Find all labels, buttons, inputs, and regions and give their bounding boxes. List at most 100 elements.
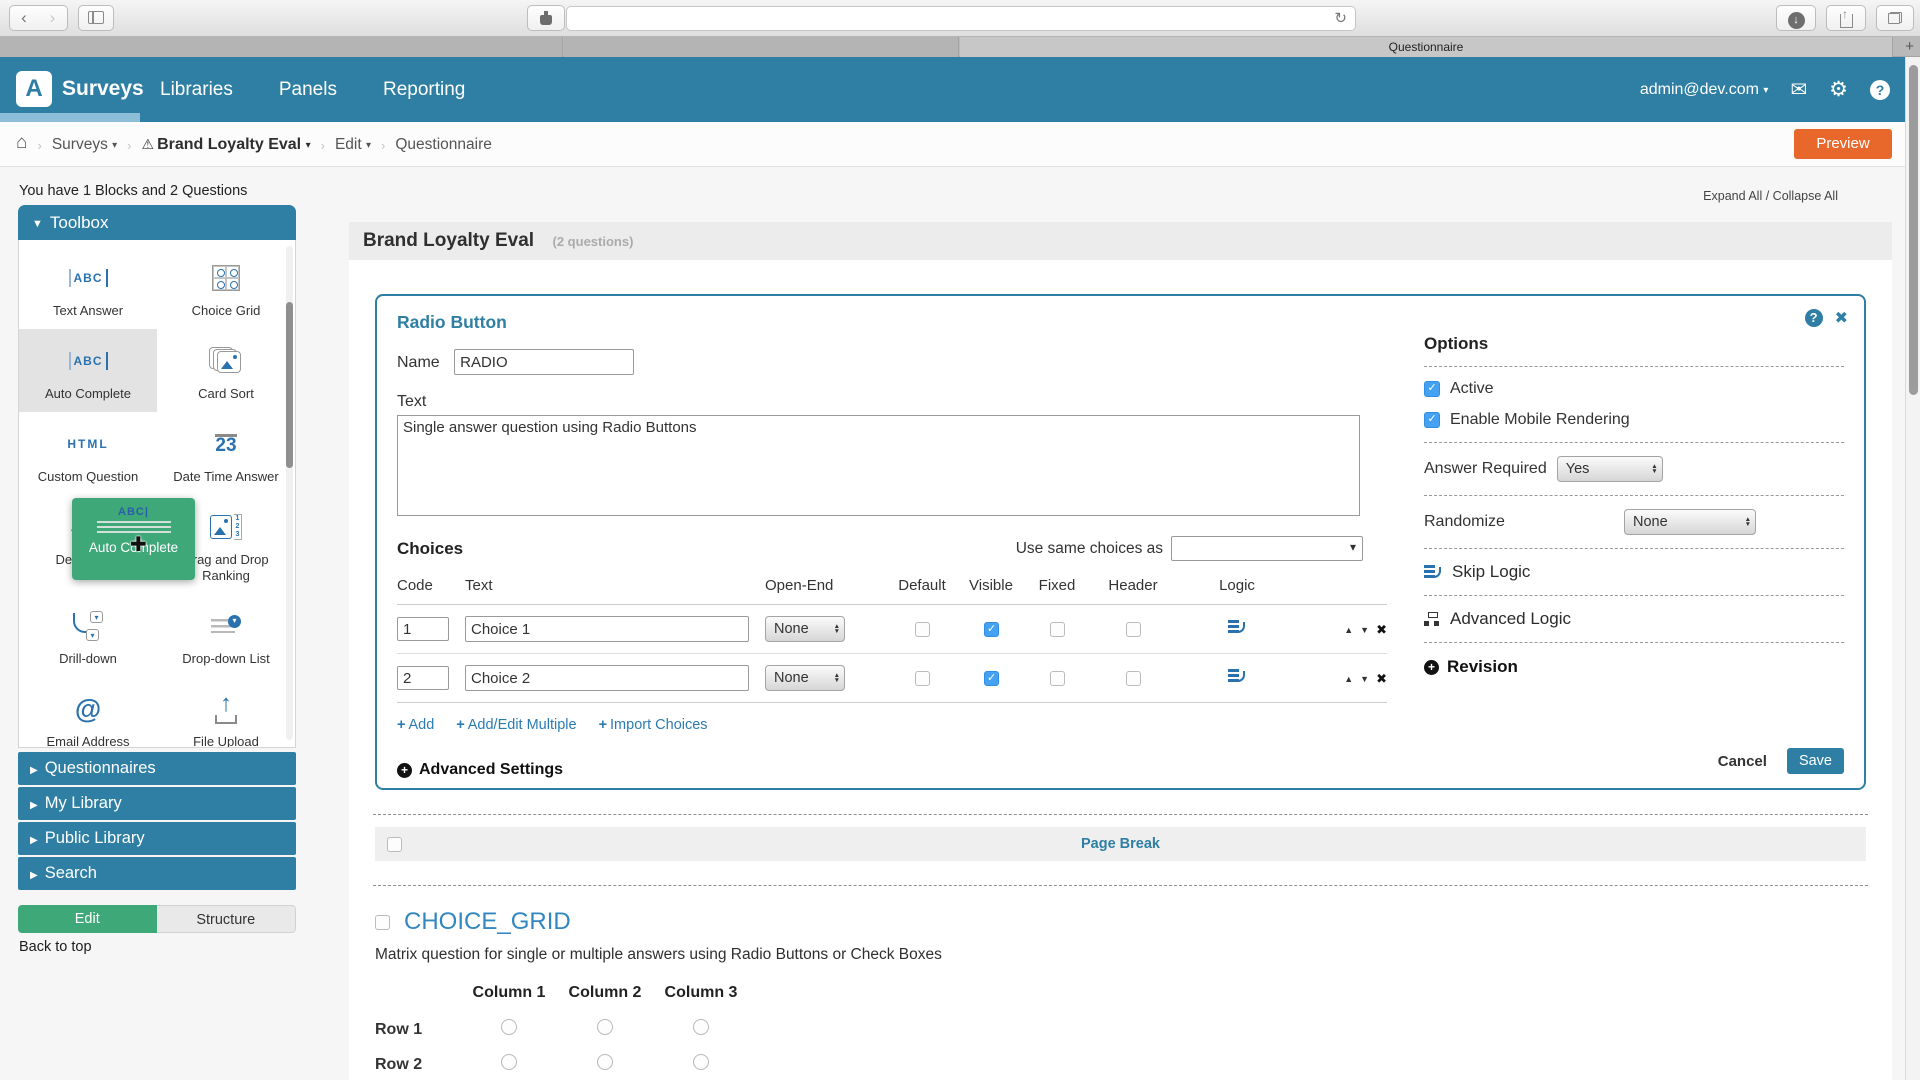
- gear-icon[interactable]: ⚙: [1829, 77, 1848, 102]
- skip-logic-link[interactable]: Skip Logic: [1424, 562, 1844, 582]
- tool-choice-grid[interactable]: Choice Grid: [157, 246, 295, 329]
- sidebar-item-search[interactable]: ▶ Search: [18, 857, 296, 890]
- breadcrumb-survey-name[interactable]: ⚠ Brand Loyalty Eval ▾: [142, 136, 311, 154]
- browser-extension-button[interactable]: [527, 5, 565, 31]
- browser-scrollbar[interactable]: [1905, 57, 1920, 1080]
- tool-email-answer[interactable]: @Email Address Answer: [19, 677, 157, 748]
- tool-auto-complete[interactable]: ABC Auto Complete: [19, 329, 157, 412]
- question-select-checkbox[interactable]: [375, 914, 390, 930]
- move-down-icon[interactable]: ▼: [1360, 625, 1369, 635]
- open-end-select[interactable]: None ▲ ▼: [765, 616, 845, 642]
- advanced-settings-toggle[interactable]: + Advanced Settings: [397, 761, 1844, 779]
- panel-close-icon[interactable]: ✖: [1835, 308, 1848, 328]
- choice-code-input[interactable]: [397, 617, 449, 641]
- sidebar-item-questionnaires[interactable]: ▶ Questionnaires: [18, 752, 296, 785]
- choice-code-input[interactable]: [397, 666, 449, 690]
- move-up-icon[interactable]: ▲: [1344, 674, 1353, 684]
- choice-logic-icon[interactable]: [1228, 669, 1246, 683]
- randomize-select[interactable]: None ▲ ▼: [1624, 509, 1756, 535]
- import-choices-link[interactable]: + Import Choices: [599, 717, 708, 733]
- nav-item-libraries[interactable]: Libraries: [160, 79, 233, 101]
- tool-file-upload[interactable]: ↑ File Upload: [157, 677, 295, 748]
- app-logo[interactable]: A: [16, 71, 52, 107]
- browser-tab-inactive[interactable]: [564, 37, 959, 57]
- delete-choice-icon[interactable]: ✖: [1376, 671, 1387, 687]
- tool-drop-down-list[interactable]: ▾ Drop-down List: [157, 594, 295, 677]
- choice-text-input[interactable]: [465, 665, 749, 691]
- cancel-button[interactable]: Cancel: [1718, 753, 1767, 770]
- visible-checkbox[interactable]: [983, 671, 999, 687]
- choice-text-input[interactable]: [465, 616, 749, 642]
- header-checkbox[interactable]: [1125, 671, 1141, 687]
- matrix-radio[interactable]: [597, 1019, 613, 1035]
- breadcrumb-surveys[interactable]: Surveys ▾: [52, 136, 117, 154]
- toolbox-scrollbar[interactable]: [286, 246, 293, 740]
- new-tab-button[interactable]: +: [1905, 37, 1914, 57]
- delete-choice-icon[interactable]: ✖: [1376, 622, 1387, 638]
- advanced-logic-link[interactable]: Advanced Logic: [1424, 609, 1844, 629]
- mobile-rendering-option[interactable]: Enable Mobile Rendering: [1424, 411, 1844, 429]
- save-button[interactable]: Save: [1786, 748, 1844, 774]
- matrix-radio[interactable]: [693, 1019, 709, 1035]
- move-up-icon[interactable]: ▲: [1344, 625, 1353, 635]
- revision-toggle[interactable]: + Revision: [1424, 657, 1844, 677]
- url-field[interactable]: ↻: [566, 6, 1356, 31]
- reload-icon[interactable]: ↻: [1334, 9, 1347, 27]
- back-to-top-link[interactable]: Back to top: [19, 939, 92, 955]
- envelope-icon[interactable]: ✉: [1790, 77, 1807, 102]
- matrix-radio[interactable]: [501, 1054, 517, 1070]
- header-checkbox[interactable]: [1125, 622, 1141, 638]
- matrix-radio[interactable]: [693, 1054, 709, 1070]
- browser-tab-overview-button[interactable]: [1876, 5, 1914, 31]
- visible-checkbox[interactable]: [983, 622, 999, 638]
- tool-drill-down[interactable]: ▾ ▾ Drill-down: [19, 594, 157, 677]
- fixed-checkbox[interactable]: [1049, 622, 1065, 638]
- matrix-radio[interactable]: [501, 1019, 517, 1035]
- nav-item-reporting[interactable]: Reporting: [383, 79, 465, 101]
- choice-logic-icon[interactable]: [1228, 620, 1246, 634]
- preview-button[interactable]: Preview: [1794, 129, 1892, 159]
- browser-sidebar-button[interactable]: [78, 5, 114, 31]
- sidebar-item-public-library[interactable]: ▶ Public Library: [18, 822, 296, 855]
- toolbox-header[interactable]: ▼ Toolbox: [18, 205, 296, 240]
- default-checkbox[interactable]: [914, 622, 930, 638]
- browser-forward-button[interactable]: ›: [38, 5, 68, 31]
- browser-tab-active[interactable]: Questionnaire: [960, 37, 1893, 57]
- matrix-radio[interactable]: [597, 1054, 613, 1070]
- expand-all-link[interactable]: Expand All: [1703, 189, 1762, 203]
- toolbox-scrollbar-thumb[interactable]: [286, 302, 293, 468]
- browser-back-button[interactable]: ‹: [9, 5, 39, 31]
- tool-custom-question[interactable]: HTML Custom Question: [19, 412, 157, 495]
- add-choice-link[interactable]: + Add: [397, 717, 434, 733]
- nav-item-surveys[interactable]: Surveys: [62, 77, 144, 101]
- browser-tab-inactive[interactable]: [0, 37, 563, 57]
- panel-help-icon[interactable]: ?: [1804, 309, 1823, 327]
- move-down-icon[interactable]: ▼: [1360, 674, 1369, 684]
- question-name-input[interactable]: [454, 349, 635, 375]
- browser-downloads-button[interactable]: ↓: [1776, 5, 1816, 31]
- question-name-link[interactable]: CHOICE_GRID: [404, 908, 571, 936]
- nav-item-panels[interactable]: Panels: [279, 79, 337, 101]
- active-checkbox[interactable]: [1424, 381, 1440, 397]
- block-header[interactable]: Brand Loyalty Eval (2 questions): [349, 222, 1892, 260]
- structure-mode-button[interactable]: Structure: [156, 905, 296, 933]
- tool-card-sort[interactable]: Card Sort: [157, 329, 295, 412]
- browser-share-button[interactable]: [1826, 2, 1866, 31]
- user-menu[interactable]: admin@dev.com ▾: [1640, 81, 1769, 99]
- open-end-select[interactable]: None ▲ ▼: [765, 665, 845, 691]
- mobile-rendering-checkbox[interactable]: [1424, 412, 1440, 428]
- edit-mode-button[interactable]: Edit: [18, 905, 157, 933]
- add-edit-multiple-link[interactable]: + Add/Edit Multiple: [456, 717, 576, 733]
- tool-text-answer[interactable]: ABC Text Answer: [19, 246, 157, 329]
- tool-date-time[interactable]: 23 Date Time Answer: [157, 412, 295, 495]
- sidebar-item-my-library[interactable]: ▶ My Library: [18, 787, 296, 820]
- question-text-input[interactable]: Single answer question using Radio Butto…: [397, 415, 1360, 516]
- scrollbar-thumb[interactable]: [1909, 65, 1918, 395]
- fixed-checkbox[interactable]: [1049, 671, 1065, 687]
- page-break-label[interactable]: Page Break: [375, 836, 1866, 852]
- collapse-all-link[interactable]: Collapse All: [1773, 189, 1838, 203]
- default-checkbox[interactable]: [914, 671, 930, 687]
- help-icon[interactable]: ?: [1870, 79, 1890, 100]
- home-icon[interactable]: ⌂: [16, 132, 27, 154]
- active-option[interactable]: Active: [1424, 380, 1844, 398]
